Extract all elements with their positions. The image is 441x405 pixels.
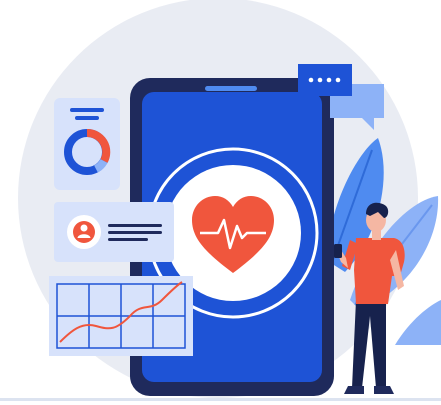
donut-chart-card [54,98,120,190]
line-graph-card [49,276,193,356]
person-legs [352,300,386,388]
user-avatar-icon [67,215,101,249]
health-app-illustration [0,0,441,401]
handheld-phone [334,244,342,258]
profile-card [54,202,174,262]
ground-line [0,398,441,401]
phone-speaker [205,86,257,91]
